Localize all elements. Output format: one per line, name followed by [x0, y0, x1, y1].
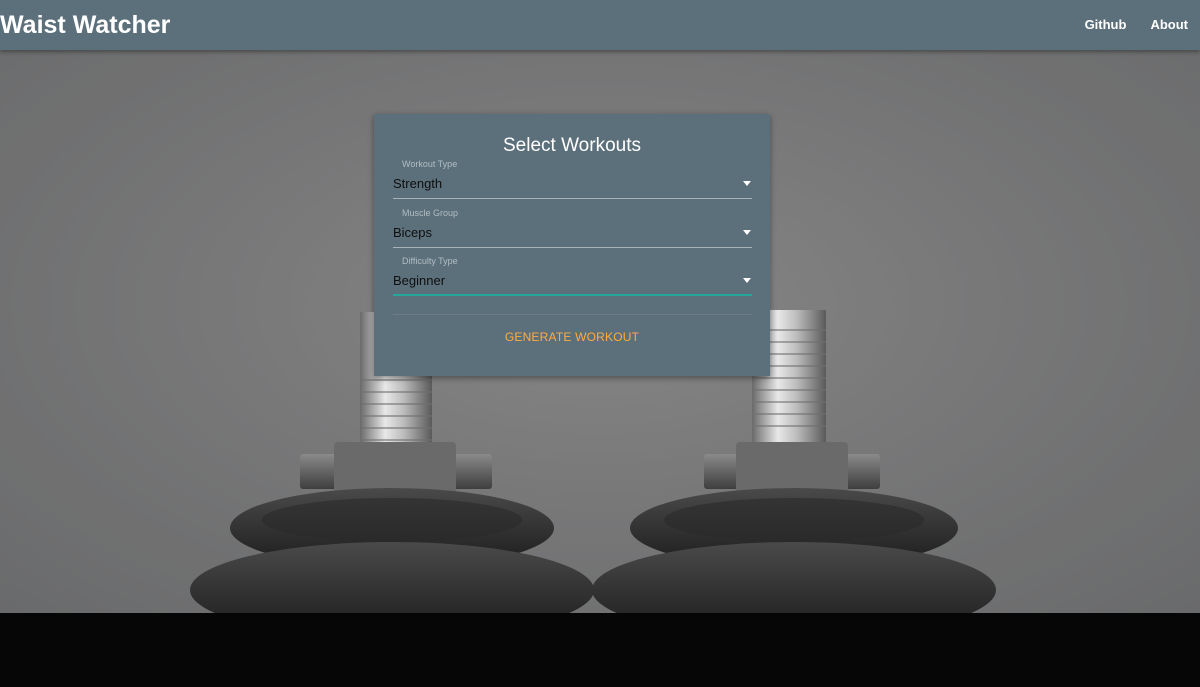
nav-link-about[interactable]: About [1150, 0, 1188, 50]
difficulty-type-value: Beginner [393, 273, 446, 288]
footer-band [0, 613, 1200, 687]
dropdown-caret-icon[interactable] [743, 230, 751, 235]
difficulty-type-select[interactable]: Difficulty Type Beginner [393, 256, 752, 296]
nav-link-github[interactable]: Github [1085, 0, 1127, 50]
muscle-group-select[interactable]: Muscle Group Biceps [393, 208, 752, 248]
field-underline [393, 247, 752, 248]
top-navbar: Waist Watcher Github About [0, 0, 1200, 50]
card-action-divider [393, 314, 752, 315]
brand-logo-text[interactable]: Waist Watcher [0, 9, 170, 41]
field-underline-active [393, 294, 752, 296]
field-underline [393, 198, 752, 199]
muscle-group-label: Muscle Group [402, 208, 459, 218]
workout-type-value: Strength [393, 176, 443, 191]
dropdown-caret-icon[interactable] [743, 278, 751, 283]
difficulty-type-label: Difficulty Type [402, 256, 458, 266]
muscle-group-value: Biceps [393, 225, 433, 240]
card-title: Select Workouts [503, 135, 641, 156]
select-workouts-card: Select Workouts Workout Type Strength Mu… [374, 114, 770, 376]
workout-type-label: Workout Type [402, 159, 458, 169]
dropdown-caret-icon[interactable] [743, 181, 751, 186]
nav-links: Github About [1061, 0, 1188, 50]
generate-workout-button[interactable]: GENERATE WORKOUT [374, 327, 770, 347]
workout-type-select[interactable]: Workout Type Strength [393, 159, 752, 199]
